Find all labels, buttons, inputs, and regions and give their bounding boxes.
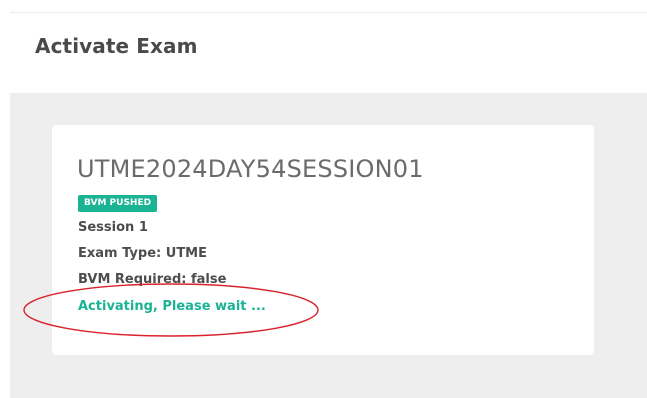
content-area: UTME2024DAY54SESSION01 BVM PUSHED Sessio… [10, 93, 647, 398]
page-title: Activate Exam [35, 34, 198, 58]
exam-code: UTME2024DAY54SESSION01 [77, 155, 424, 183]
page-header: Activate Exam [0, 13, 647, 93]
exam-type-label: Exam Type: UTME [78, 246, 207, 261]
session-label: Session 1 [78, 220, 148, 235]
annotation-ellipse [23, 283, 319, 337]
status-badge: BVM PUSHED [78, 195, 158, 212]
highlight-ellipse [23, 283, 319, 337]
